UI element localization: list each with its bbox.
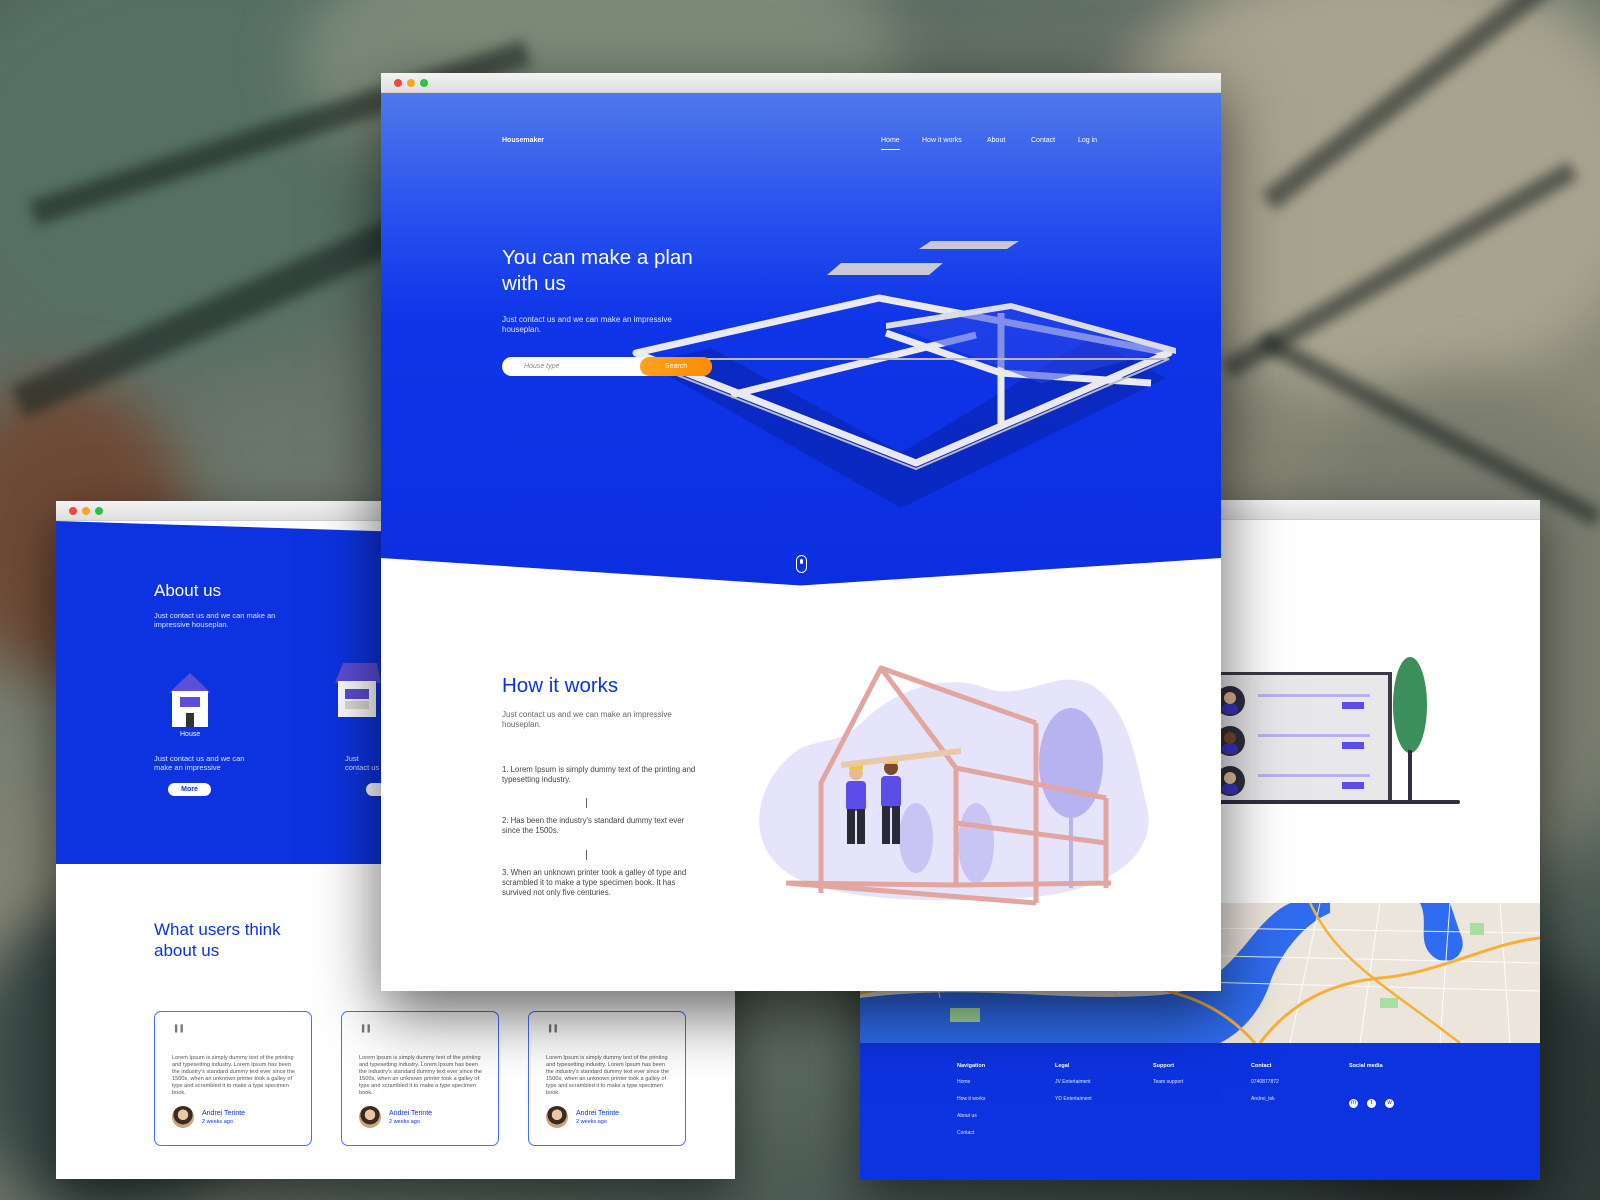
- quote-icon: ": [546, 1019, 560, 1054]
- about-subtitle: Just contact us and we can make an impre…: [154, 611, 276, 629]
- footer-support-title: Support: [1153, 1063, 1175, 1069]
- window-title-bar: [381, 73, 1221, 93]
- maximize-window-button[interactable]: [95, 507, 103, 515]
- minimize-window-button[interactable]: [82, 507, 90, 515]
- footer-legal-item[interactable]: JV Entertaiment: [1055, 1079, 1091, 1085]
- avatar: [359, 1106, 381, 1128]
- service-text: Just contact us and we can make an impre…: [154, 754, 245, 772]
- footer-nav-title: Navigation: [957, 1063, 986, 1069]
- search-bar: Search: [502, 357, 712, 376]
- nav-about[interactable]: About: [987, 137, 1005, 144]
- brand-logo[interactable]: Housemaker: [502, 137, 544, 144]
- testimonial-text: Lorem Ipsum is simply dummy text of the …: [172, 1055, 295, 1096]
- more-button[interactable]: More: [168, 783, 211, 796]
- about-title: About us: [154, 581, 222, 600]
- footer-contact-title: Contact: [1251, 1063, 1272, 1069]
- nav-how-it-works[interactable]: How it works: [922, 137, 962, 144]
- minimize-window-button[interactable]: [407, 79, 415, 87]
- testimonial-date: 2 weeks ago: [389, 1119, 420, 1125]
- step-item: 2. Has been the industry's standard dumm…: [502, 816, 685, 835]
- house-icon: [169, 673, 211, 727]
- service-text-2: Just contact us and we can make an impre…: [345, 754, 383, 774]
- close-window-button[interactable]: [69, 507, 77, 515]
- nav-login[interactable]: Log in: [1078, 137, 1097, 144]
- quote-icon: ": [172, 1019, 186, 1054]
- testimonial-author: Andrei Terinte: [576, 1110, 620, 1117]
- step-connector: [586, 850, 587, 860]
- testimonial-card: " Lorem Ipsum is simply dummy text of th…: [341, 1011, 499, 1146]
- footer-link-about[interactable]: About us: [957, 1113, 977, 1119]
- testimonial-text: Lorem Ipsum is simply dummy text of the …: [359, 1055, 482, 1096]
- testimonial-author: Andrei Terinte: [202, 1110, 246, 1117]
- twitter-icon[interactable]: t: [1367, 1099, 1376, 1108]
- footer-legal-title: Legal: [1055, 1063, 1070, 1069]
- users-title: What users think about us: [154, 920, 281, 960]
- house-type-input[interactable]: [524, 357, 634, 376]
- quote-icon: ": [359, 1019, 373, 1054]
- footer-link-how[interactable]: How it works: [957, 1096, 985, 1102]
- nav-contact[interactable]: Contact: [1031, 137, 1055, 144]
- hero-title: You can make a plan with us: [502, 246, 693, 295]
- builders-illustration: [759, 665, 1149, 906]
- hero-section: Housemaker Home How it works About Conta…: [381, 93, 1221, 586]
- step-item: 1. Lorem Ipsum is simply dummy text of t…: [502, 765, 696, 784]
- footer-link-contact[interactable]: Contact: [957, 1130, 974, 1136]
- footer-support-item[interactable]: Team support: [1153, 1079, 1183, 1085]
- how-it-works-title: How it works: [502, 674, 619, 697]
- footer-link-home[interactable]: Home: [957, 1079, 970, 1085]
- testimonial-author: Andrei Terinte: [389, 1110, 433, 1117]
- nav-home[interactable]: Home: [881, 137, 900, 150]
- avatar: [172, 1106, 194, 1128]
- testimonial-card: " Lorem Ipsum is simply dummy text of th…: [154, 1011, 312, 1146]
- testimonial-card: " Lorem Ipsum is simply dummy text of th…: [528, 1011, 686, 1146]
- footer-social-title: Social media: [1349, 1063, 1383, 1069]
- search-button[interactable]: Search: [640, 357, 712, 376]
- footer-legal-item[interactable]: YD Entertaiment: [1055, 1096, 1092, 1102]
- hero-subtitle: Just contact us and we can make an impre…: [502, 315, 672, 334]
- step-item: 3. When an unknown printer took a galley…: [502, 868, 687, 897]
- step-connector: [586, 798, 587, 808]
- testimonial-date: 2 weeks ago: [202, 1119, 233, 1125]
- how-it-works-subtitle: Just contact us and we can make an impre…: [502, 710, 672, 729]
- maximize-window-button[interactable]: [420, 79, 428, 87]
- avatar: [546, 1106, 568, 1128]
- service-label: House: [180, 731, 201, 738]
- testimonial-text: Lorem Ipsum is simply dummy text of the …: [546, 1055, 669, 1096]
- whatsapp-icon[interactable]: w: [1385, 1099, 1394, 1108]
- testimonial-date: 2 weeks ago: [576, 1119, 607, 1125]
- footer-phone[interactable]: 0740877872: [1251, 1079, 1279, 1085]
- scroll-mouse-icon[interactable]: [796, 555, 807, 573]
- footer-username[interactable]: Andrei_tsk: [1251, 1096, 1275, 1102]
- close-window-button[interactable]: [394, 79, 402, 87]
- browser-window-home: Housemaker Home How it works About Conta…: [381, 73, 1221, 991]
- messenger-icon[interactable]: m: [1349, 1099, 1358, 1108]
- apartment-icon: [335, 663, 381, 717]
